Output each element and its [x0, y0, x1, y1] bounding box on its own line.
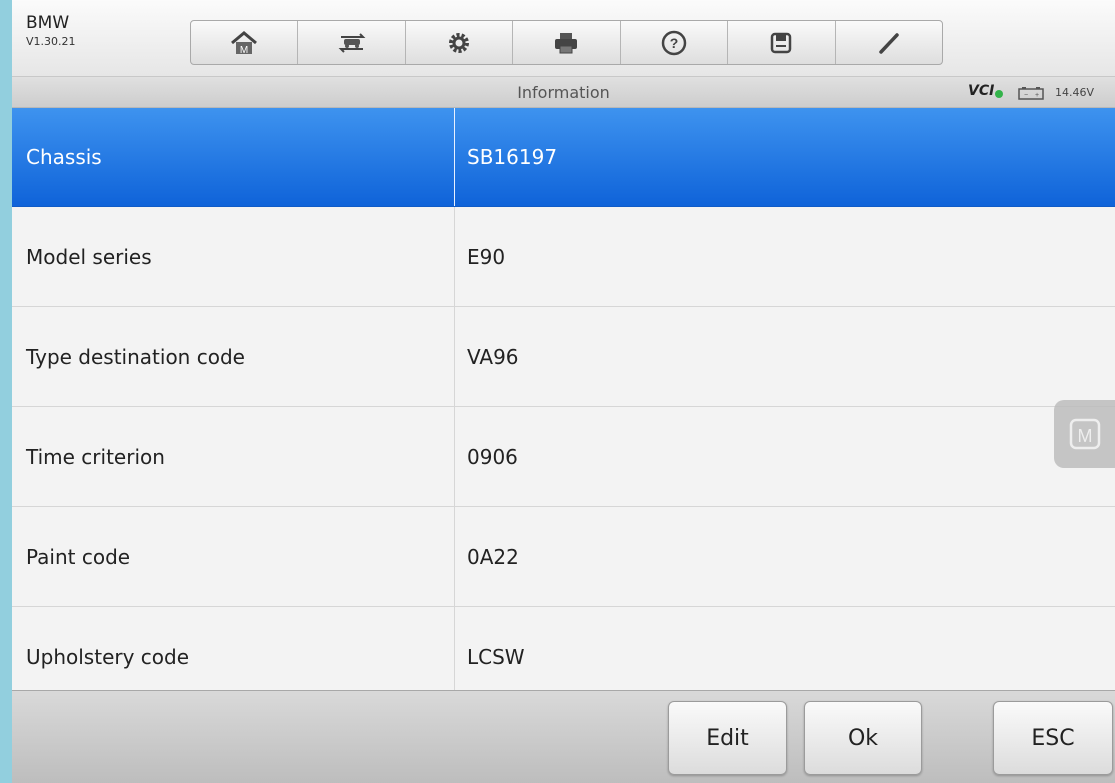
m-logo-icon: M: [1069, 418, 1100, 450]
row-value: SB16197: [467, 145, 558, 169]
column-divider: [454, 108, 455, 206]
column-divider: [454, 407, 455, 506]
ok-button[interactable]: Ok: [804, 701, 922, 775]
edit-button[interactable]: Edit: [668, 701, 787, 775]
pen-icon: [878, 32, 899, 54]
bottom-bar: Edit Ok ESC: [12, 690, 1115, 783]
table-row[interactable]: Type destination code VA96: [12, 307, 1115, 407]
row-label: Paint code: [26, 544, 131, 569]
battery-voltage: 14.46V: [1055, 86, 1095, 99]
row-value: 0A22: [467, 544, 519, 569]
home-icon: M: [231, 30, 258, 56]
row-label: Model series: [26, 244, 152, 269]
table-row[interactable]: Paint code 0A22: [12, 507, 1115, 607]
home-button[interactable]: M: [191, 21, 299, 64]
printer-icon: [555, 32, 578, 53]
row-label: Chassis: [26, 145, 102, 169]
svg-text:−: −: [1024, 92, 1028, 99]
save-icon: [771, 32, 792, 53]
page-title: Information: [517, 83, 610, 102]
app-version: V1.30.21: [26, 35, 76, 48]
battery-icon: − +: [1018, 87, 1044, 100]
title-bar: Information VCI − + 14.46V: [12, 77, 1115, 108]
row-value: E90: [467, 244, 506, 269]
floating-menu-button[interactable]: M: [1054, 400, 1115, 468]
column-divider: [454, 307, 455, 406]
svg-text:M: M: [1077, 426, 1092, 446]
vci-connected-icon: [995, 90, 1003, 98]
app-screen: BMW V1.30.21 M ? Information VCI − + 14.…: [12, 0, 1115, 783]
vci-status: VCI: [968, 83, 995, 99]
toolbar: M ?: [190, 20, 943, 65]
row-value: 0906: [467, 444, 518, 469]
row-label: Type destination code: [26, 344, 245, 369]
gear-icon: [449, 32, 470, 53]
info-table: Chassis SB16197 Model series E90 Type de…: [12, 108, 1115, 707]
table-row[interactable]: Model series E90: [12, 207, 1115, 307]
table-row[interactable]: Time criterion 0906: [12, 407, 1115, 507]
save-button[interactable]: [728, 21, 836, 64]
vehicle-swap-button[interactable]: [298, 21, 406, 64]
help-button[interactable]: ?: [621, 21, 729, 64]
help-icon: ?: [661, 30, 687, 55]
svg-text:M: M: [240, 45, 248, 56]
row-label: Time criterion: [26, 444, 165, 469]
vehicle-swap-icon: [338, 32, 366, 53]
svg-text:+: +: [1035, 92, 1039, 99]
settings-button[interactable]: [406, 21, 514, 64]
column-divider: [454, 507, 455, 606]
svg-text:?: ?: [670, 35, 679, 51]
edit-pen-button[interactable]: [836, 21, 942, 64]
top-bar: BMW V1.30.21 M ?: [12, 0, 1115, 77]
row-value: VA96: [467, 344, 519, 369]
table-row[interactable]: Chassis SB16197: [12, 108, 1115, 207]
app-name: BMW: [26, 13, 70, 33]
print-button[interactable]: [513, 21, 621, 64]
column-divider: [454, 207, 455, 306]
esc-button[interactable]: ESC: [993, 701, 1113, 775]
brand: BMW V1.30.21: [26, 13, 76, 49]
